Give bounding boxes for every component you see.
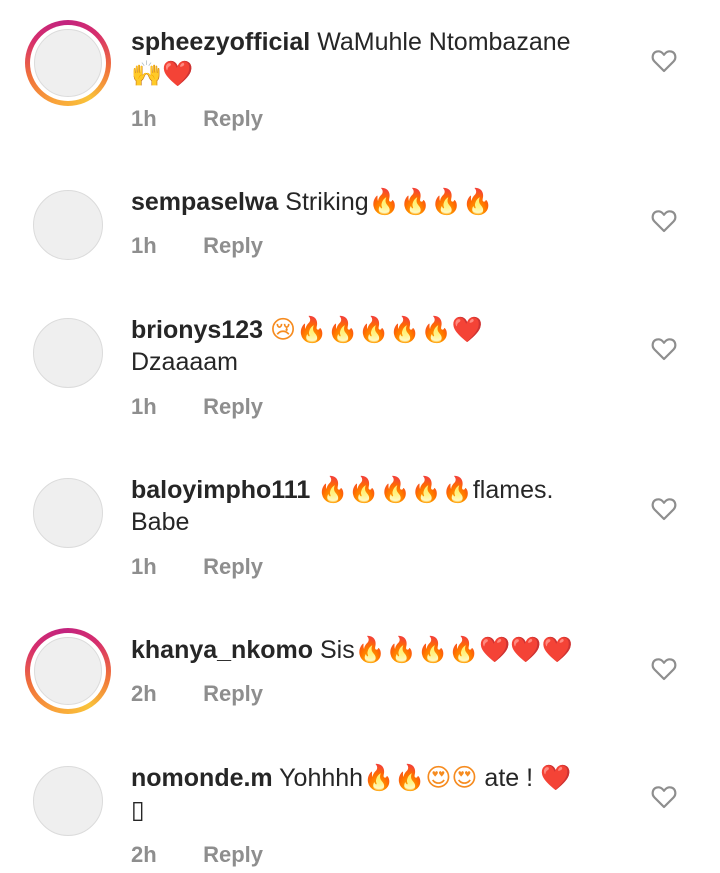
comment-text: flames.	[472, 476, 554, 504]
comment-username[interactable]: nomonde.m	[131, 764, 273, 792]
comment-body: brionys123 😢🔥🔥🔥🔥🔥❤️ Dzaaaam	[131, 314, 631, 378]
comment-emoji: 🔥🔥🔥🔥🔥	[317, 475, 473, 504]
comment-emoji: 🙌❤️	[131, 59, 194, 88]
comment-username[interactable]: spheezyofficial	[131, 28, 310, 56]
comment-time: 1h	[131, 233, 157, 258]
like-heart-icon[interactable]	[651, 209, 677, 233]
comment-body: khanya_nkomo Sis🔥🔥🔥🔥❤️❤️❤️	[131, 634, 631, 666]
comment-emoji: 😢🔥🔥🔥🔥🔥❤️	[269, 315, 483, 344]
comment-text: Striking	[285, 188, 369, 216]
comment-time: 1h	[131, 394, 157, 419]
comment-emoji: ❤️	[540, 763, 572, 792]
comment-username[interactable]: brionys123	[131, 316, 263, 344]
reply-button[interactable]: Reply	[203, 394, 263, 419]
comment-emoji: 🔥🔥😍😍	[363, 763, 478, 792]
comment-text: Dzaaaam	[131, 348, 238, 376]
like-heart-icon[interactable]	[651, 657, 677, 681]
like-heart-icon[interactable]	[651, 49, 677, 73]
like-heart-icon[interactable]	[651, 785, 677, 809]
comment-username[interactable]: khanya_nkomo	[131, 636, 313, 664]
comment-emoji: 🔥🔥🔥🔥❤️❤️❤️	[354, 635, 573, 664]
comment-text: Sis	[319, 636, 355, 664]
avatar[interactable]	[33, 478, 103, 548]
comment-text: ate !	[484, 764, 534, 792]
comment-body: baloyimpho111 🔥🔥🔥🔥🔥flames. Babe	[131, 474, 631, 538]
comment-meta: 1h Reply	[131, 106, 263, 132]
comment-time: 2h	[131, 681, 157, 706]
avatar[interactable]	[33, 318, 103, 388]
avatar[interactable]	[33, 766, 103, 836]
reply-button[interactable]: Reply	[203, 106, 263, 131]
reply-button[interactable]: Reply	[203, 554, 263, 579]
avatar-story-ring[interactable]	[25, 628, 111, 714]
reply-button[interactable]: Reply	[203, 681, 263, 706]
comment-meta: 1h Reply	[131, 554, 263, 580]
comment-meta: 1h Reply	[131, 394, 263, 420]
like-heart-icon[interactable]	[651, 337, 677, 361]
like-heart-icon[interactable]	[651, 497, 677, 521]
comment-time: 2h	[131, 842, 157, 867]
comment-text: Babe	[131, 508, 190, 536]
reply-button[interactable]: Reply	[203, 233, 263, 258]
avatar[interactable]	[33, 190, 103, 260]
comment-username[interactable]: baloyimpho111	[131, 476, 310, 504]
comment-meta: 2h Reply	[131, 842, 263, 868]
comment-text: Yohhhh	[279, 764, 364, 792]
comment-meta: 2h Reply	[131, 681, 263, 707]
comment-time: 1h	[131, 106, 157, 131]
comment-emoji: 🔥🔥🔥🔥	[368, 187, 494, 216]
comment-body: nomonde.m Yohhhh🔥🔥😍😍 ate ! ❤️ ▯	[131, 762, 631, 826]
comment-time: 1h	[131, 554, 157, 579]
comment-body: spheezyofficial WaMuhle Ntombazane 🙌❤️	[131, 26, 631, 90]
comment-text: WaMuhle Ntombazane	[317, 28, 571, 56]
comment-username[interactable]: sempaselwa	[131, 188, 278, 216]
comment-meta: 1h Reply	[131, 233, 263, 259]
comment-text: ▯	[131, 796, 145, 824]
reply-button[interactable]: Reply	[203, 842, 263, 867]
comment-body: sempaselwa Striking🔥🔥🔥🔥	[131, 186, 631, 218]
avatar-story-ring[interactable]	[25, 20, 111, 106]
